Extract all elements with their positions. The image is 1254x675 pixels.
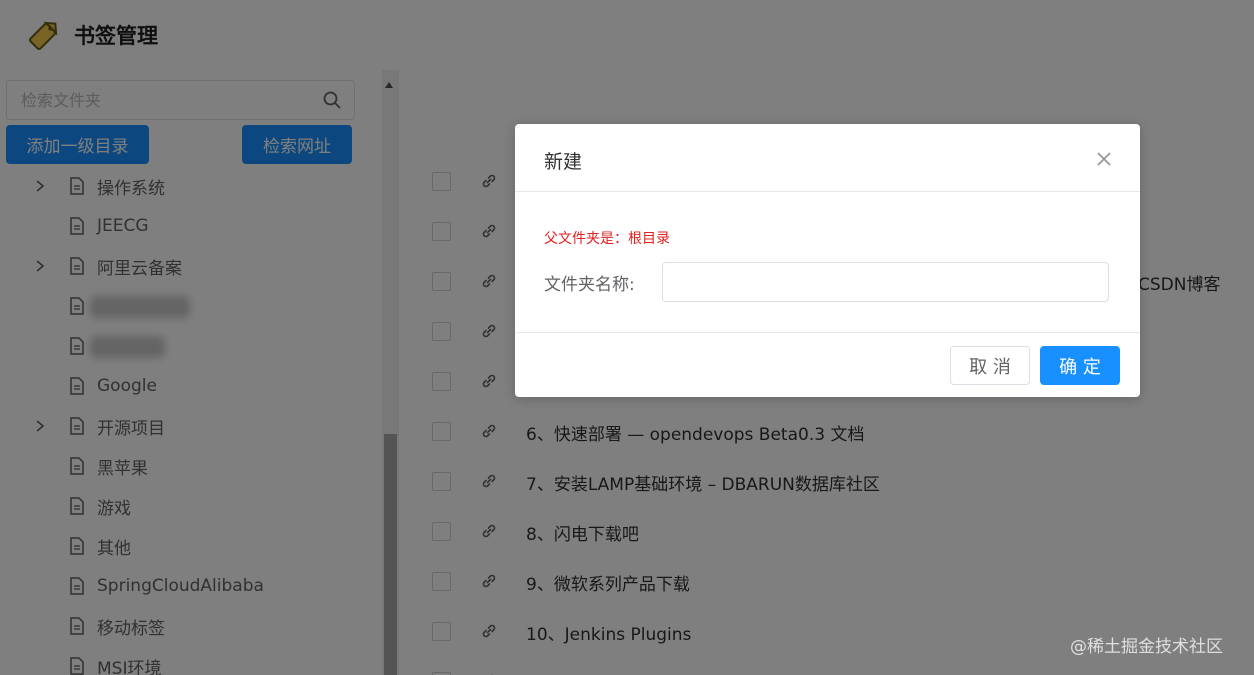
folder-name-input[interactable] [662,262,1109,302]
new-folder-dialog: 新建 父文件夹是：根目录 文件夹名称: 取 消 确 定 [515,124,1140,397]
confirm-button[interactable]: 确 定 [1040,346,1120,385]
cancel-button[interactable]: 取 消 [950,346,1030,385]
dialog-header: 新建 [515,124,1140,192]
dialog-footer: 取 消 确 定 [515,332,1140,397]
folder-name-label: 文件夹名称: [544,275,635,295]
dialog-title: 新建 [544,151,583,173]
watermark: @稀土掘金技术社区 [1070,637,1223,657]
close-icon[interactable] [1095,150,1113,168]
parent-folder-info: 父文件夹是：根目录 [544,231,670,247]
